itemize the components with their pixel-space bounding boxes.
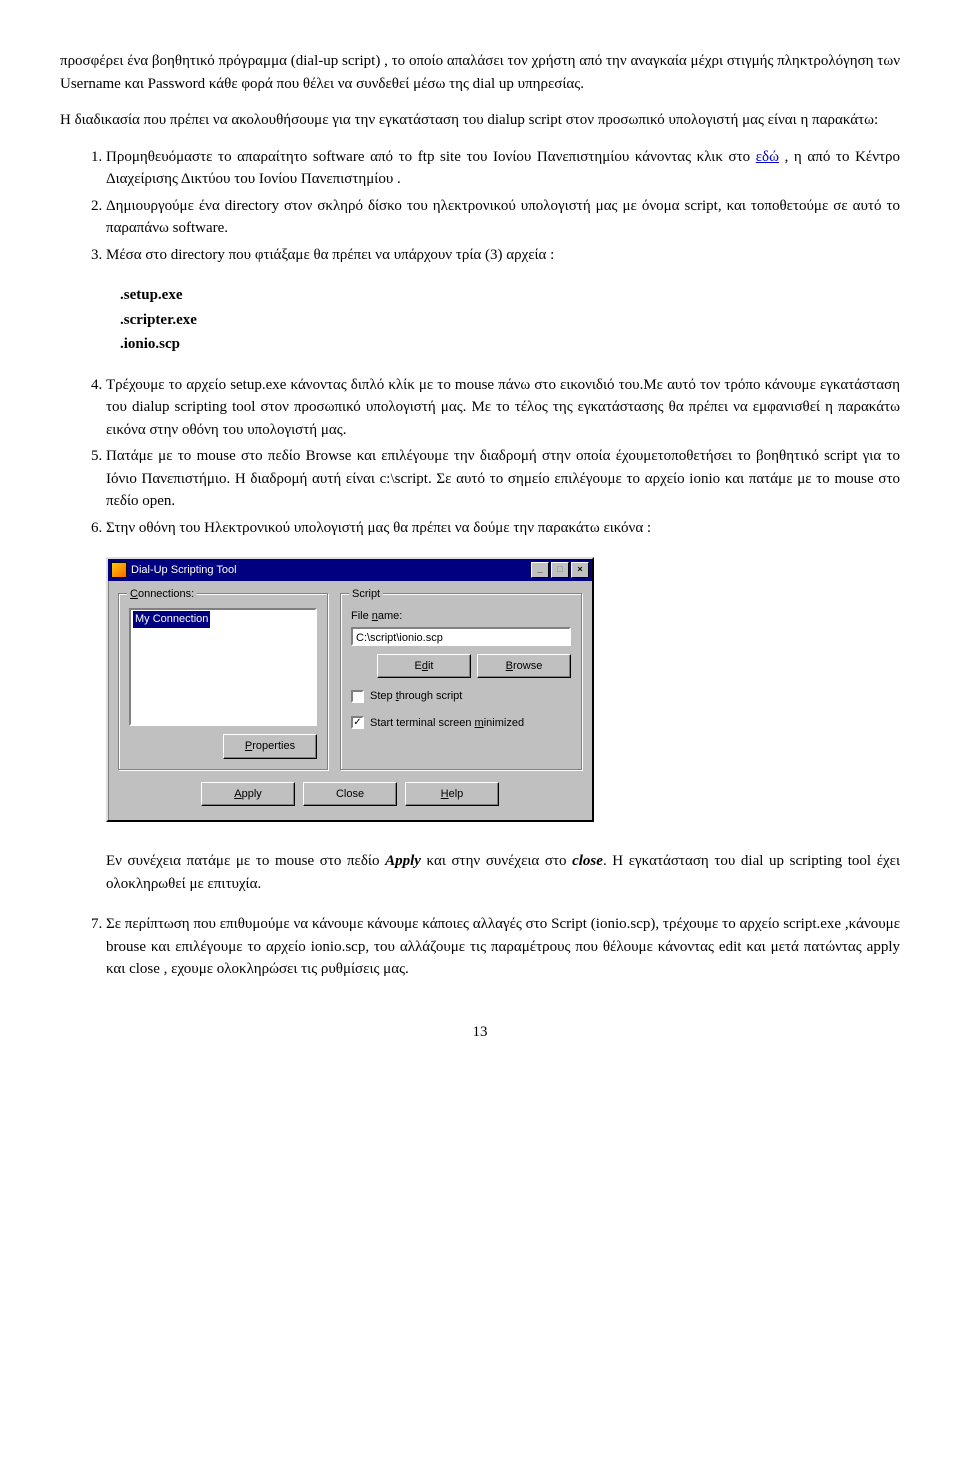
start-minimized-checkbox[interactable]: ✓: [351, 716, 364, 729]
properties-button[interactable]: Properties: [223, 734, 317, 759]
list-item-7: Σε περίπτωση που επιθυμούμε να κάνουμε κ…: [106, 913, 900, 981]
list-item-1: Προμηθευόμαστε το απαραίτητο software απ…: [106, 146, 900, 191]
paragraph-intro-2: Η διαδικασία που πρέπει να ακολουθήσουμε…: [60, 109, 900, 132]
window-title: Dial-Up Scripting Tool: [131, 562, 237, 579]
list-item-6: Στην οθόνη του Ηλεκτρονικού υπολογιστή μ…: [106, 517, 900, 540]
link-here[interactable]: εδώ: [756, 149, 779, 165]
start-minimized-label: Start terminal screen minimized: [370, 715, 524, 732]
step-through-checkbox[interactable]: [351, 690, 364, 703]
maximize-button: □: [551, 562, 569, 578]
connection-item[interactable]: My Connection: [133, 611, 210, 628]
file-list: .setup.exe .scripter.exe .ionio.scp: [120, 284, 900, 356]
dialup-scripting-tool-window: Dial-Up Scripting Tool _ □ × Connections…: [106, 557, 594, 822]
list-item-4: Τρέχουμε το αρχείο setup.exe κάνοντας δι…: [106, 374, 900, 442]
filename-input[interactable]: C:\script\ionio.scp: [351, 627, 571, 646]
help-button[interactable]: Help: [405, 782, 499, 807]
instruction-list-2: Τρέχουμε το αρχείο setup.exe κάνοντας δι…: [60, 374, 900, 540]
instruction-list-3: Σε περίπτωση που επιθυμούμε να κάνουμε κ…: [60, 913, 900, 981]
file-1: .setup.exe: [120, 284, 900, 307]
list-item-5: Πατάμε με το mouse στο πεδίο Browse και …: [106, 445, 900, 513]
list-item-2: Δημιουργούμε ένα directory στον σκληρό δ…: [106, 195, 900, 240]
window-titlebar[interactable]: Dial-Up Scripting Tool _ □ ×: [108, 559, 592, 581]
edit-button[interactable]: Edit: [377, 654, 471, 679]
connections-group: Connections: My Connection Properties: [118, 593, 328, 770]
script-legend: Script: [349, 586, 383, 603]
page-number: 13: [60, 1021, 900, 1044]
apply-button[interactable]: Apply: [201, 782, 295, 807]
file-3: .ionio.scp: [120, 333, 900, 356]
close-button[interactable]: Close: [303, 782, 397, 807]
close-window-button[interactable]: ×: [571, 562, 589, 578]
script-group: Script File name: C:\script\ionio.scp Ed…: [340, 593, 582, 770]
connections-legend: Connections:: [127, 586, 197, 603]
step-through-label: Step through script: [370, 688, 462, 705]
file-2: .scripter.exe: [120, 309, 900, 332]
paragraph-intro-1: προσφέρει ένα βοηθητικό πρόγραμμα (dial-…: [60, 50, 900, 95]
list-item-3: Μέσα στο directory που φτιάξαμε θα πρέπε…: [106, 244, 900, 267]
connections-listbox[interactable]: My Connection: [129, 608, 317, 726]
filename-label: File name:: [351, 608, 571, 625]
browse-button[interactable]: Browse: [477, 654, 571, 679]
minimize-button[interactable]: _: [531, 562, 549, 578]
instruction-list-1: Προμηθευόμαστε το απαραίτητο software απ…: [60, 146, 900, 267]
paragraph-after-image: Εν συνέχεια πατάμε με το mouse στο πεδίο…: [106, 850, 900, 895]
app-icon: [111, 562, 127, 578]
